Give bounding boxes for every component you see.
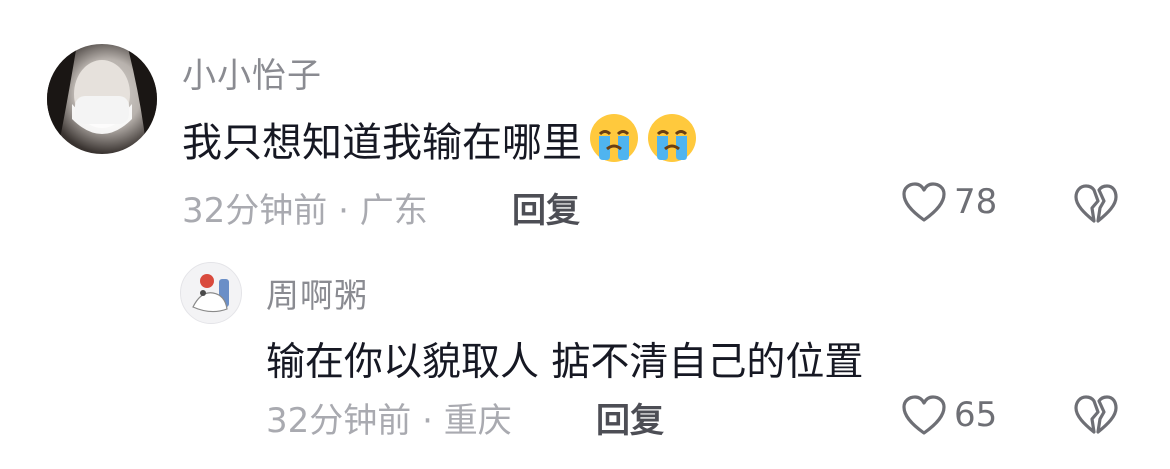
- comment-time: 32分钟前: [182, 191, 328, 231]
- comment-item: 周啊粥 输在你以貌取人 掂不清自己的位置 32分钟前 · 重庆 回复 65: [0, 245, 1170, 469]
- comment-item: 小小怡子 我只想知道我输在哪里 32分钟前 · 广东 回复 78: [0, 0, 1170, 245]
- like-count: 65: [954, 395, 998, 435]
- comment-meta: 32分钟前 · 重庆: [266, 393, 512, 442]
- comment-location: 广东: [359, 191, 428, 231]
- avatar[interactable]: [47, 44, 157, 154]
- reply-button[interactable]: 回复: [512, 183, 580, 232]
- meta-separator: ·: [411, 401, 444, 441]
- broken-heart-icon[interactable]: [1072, 393, 1120, 437]
- crying-face-icon: [648, 114, 696, 162]
- comment-body: 我只想知道我输在哪里: [182, 120, 582, 166]
- crying-face-icon: [590, 114, 638, 162]
- comment-meta: 32分钟前 · 广东: [182, 183, 428, 232]
- like-button[interactable]: 78: [900, 180, 997, 224]
- avatar[interactable]: [180, 262, 242, 324]
- comment-time: 32分钟前: [266, 401, 412, 441]
- heart-outline-icon: [902, 182, 946, 222]
- like-count: 78: [954, 182, 998, 222]
- broken-heart-icon[interactable]: [1072, 182, 1120, 226]
- meta-separator: ·: [327, 191, 360, 231]
- comment-text: 输在你以貌取人 掂不清自己的位置: [266, 340, 864, 385]
- like-button[interactable]: 65: [900, 393, 997, 437]
- username[interactable]: 周啊粥: [266, 269, 368, 317]
- comment-text: 我只想知道我输在哪里: [182, 110, 698, 168]
- reply-button[interactable]: 回复: [596, 393, 664, 442]
- heart-outline-icon: [902, 395, 946, 435]
- comment-location: 重庆: [443, 401, 512, 441]
- username[interactable]: 小小怡子: [182, 48, 322, 97]
